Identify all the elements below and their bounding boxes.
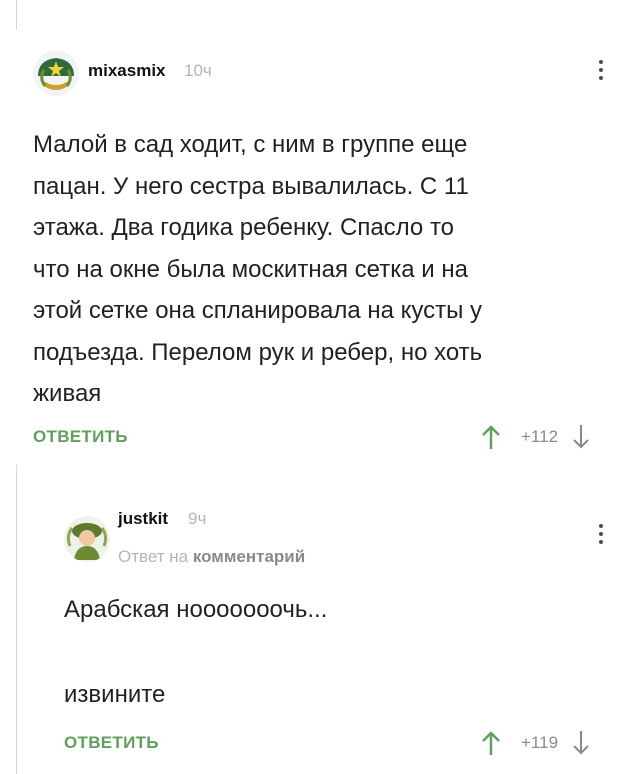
rating-value: +119 [521, 733, 559, 752]
reply-to-label: Ответ на комментарий [118, 547, 305, 567]
thread-line-main [16, 465, 17, 774]
arrow-up-icon[interactable] [480, 423, 502, 451]
reply-button[interactable]: ОТВЕТИТЬ [33, 427, 128, 447]
rating-value: +112 [521, 427, 559, 446]
comment-text: Малой в сад ходит, с ним в группе еще па… [33, 124, 482, 415]
thread-line-top [16, 0, 17, 30]
comment-text-line: живая [33, 380, 102, 407]
vote-controls: +119 [480, 728, 592, 758]
reply-button[interactable]: ОТВЕТИТЬ [64, 733, 159, 753]
more-vertical-icon [599, 60, 603, 64]
comment-time: 10ч [184, 61, 212, 80]
comment-text-line-1: Арабская нооооооочь... [64, 596, 328, 623]
comment-text-line: что на окне была москитная сетка и на [33, 255, 468, 283]
arrow-down-icon[interactable] [570, 729, 592, 757]
comment-text-line-2: извините [64, 681, 166, 708]
avatar-mixasmix[interactable] [33, 50, 79, 96]
username-mixasmix[interactable]: mixasmix [88, 61, 166, 81]
more-vertical-icon [599, 524, 603, 528]
reply-to-prefix: Ответ на [118, 547, 189, 566]
reply-to-comment-link[interactable]: комментарий [193, 547, 305, 566]
comment-text-line: подъезда. Перелом рук и ребер, но хоть [33, 338, 483, 366]
avatar-emblem-icon [33, 50, 79, 96]
avatar-character-icon [64, 516, 110, 562]
comment-text-line: Малой в сад ходит, с ним в группе еще [33, 131, 468, 158]
vote-controls: +112 [480, 422, 592, 452]
arrow-down-icon[interactable] [570, 423, 592, 451]
comment-text-line: этажа. Два годика ребенку. Спасло то [33, 214, 455, 241]
username-justkit[interactable]: justkit [118, 509, 168, 529]
comment-time: 9ч [188, 509, 207, 528]
avatar-justkit[interactable] [64, 516, 110, 562]
arrow-up-icon[interactable] [480, 729, 502, 757]
comment-text-line: этой сетке она спланировала на кусты у [33, 297, 483, 324]
more-options-button[interactable] [596, 524, 606, 544]
comment-text-line: пацан. У него сестра вывалилась. С 11 [33, 172, 469, 200]
more-options-button[interactable] [596, 60, 606, 80]
